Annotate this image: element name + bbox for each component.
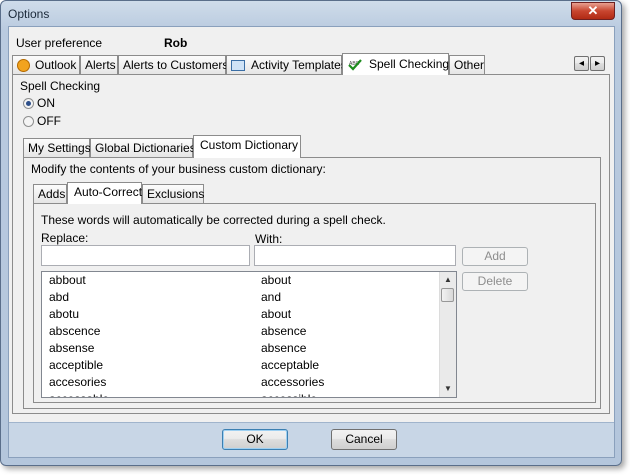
close-icon: ✕ — [587, 3, 599, 18]
tab-activity-templates[interactable]: Activity Templates — [226, 55, 347, 75]
auto-correct-panel: These words will automatically be correc… — [33, 203, 596, 403]
user-preference-value: Rob — [164, 36, 188, 50]
ok-button[interactable]: OK — [222, 429, 288, 450]
spell-off-label: OFF — [37, 114, 61, 128]
replace-cell: absense — [49, 341, 95, 355]
tab-alerts[interactable]: Alerts — [80, 55, 118, 75]
with-cell: and — [261, 290, 282, 304]
list-scrollbar[interactable]: ▲ ▼ — [439, 272, 456, 397]
custom-dictionary-panel: Modify the contents of your business cus… — [23, 157, 601, 409]
window-title: Options — [8, 7, 50, 21]
tab-adds[interactable]: Adds — [33, 184, 67, 204]
tab-outlook-label: Outlook — [35, 58, 77, 72]
list-item[interactable]: accesories accessories — [42, 374, 442, 391]
title-bar: Options ✕ — [1, 1, 621, 27]
custom-dictionary-description: Modify the contents of your business cus… — [31, 162, 326, 176]
tab-my-settings-label: My Settings — [28, 141, 91, 155]
tab-my-settings[interactable]: My Settings — [23, 138, 91, 158]
delete-button[interactable]: Delete — [462, 272, 528, 291]
close-button[interactable]: ✕ — [571, 2, 615, 20]
tab-outlook[interactable]: Outlook — [12, 55, 80, 75]
replace-label: Replace: — [41, 231, 89, 245]
arrow-up-icon: ▲ — [444, 275, 452, 284]
replace-cell: abscence — [49, 324, 101, 338]
tab-adds-label: Adds — [38, 187, 66, 201]
cancel-button[interactable]: Cancel — [331, 429, 397, 450]
with-cell: accessories — [261, 375, 325, 389]
list-item[interactable]: accessable accessible — [42, 391, 442, 397]
tab-exclusions[interactable]: Exclusions — [142, 184, 204, 204]
replace-cell: accessable — [49, 391, 109, 397]
radio-selected-dot — [26, 101, 31, 106]
tab-spell-checking-label: Spell Checking — [369, 57, 450, 71]
tab-global-dictionaries[interactable]: Global Dictionaries — [90, 138, 196, 158]
list-item[interactable]: abscence absence — [42, 323, 442, 340]
tab-alerts-to-customers[interactable]: Alerts to Customers — [118, 55, 229, 75]
tab-auto-correct-label: Auto-Correct — [74, 185, 143, 199]
template-icon — [231, 60, 245, 71]
outlook-icon — [17, 59, 30, 72]
spell-on-radio[interactable] — [23, 98, 34, 109]
tab-custom-dictionary[interactable]: Custom Dictionary — [193, 135, 301, 158]
tab-custom-dictionary-label: Custom Dictionary — [200, 138, 299, 152]
chevron-left-icon: ◂ — [578, 58, 585, 69]
with-label: With: — [255, 232, 283, 246]
scroll-up-button[interactable]: ▲ — [440, 272, 456, 288]
tab-scroll-left-button[interactable]: ◂ — [574, 56, 589, 71]
chevron-right-icon: ▸ — [594, 58, 601, 69]
list-item[interactable]: abotu about — [42, 306, 442, 323]
with-cell: about — [261, 307, 292, 321]
dialog-client: User preference Rob Outlook Alerts Alert… — [8, 26, 615, 458]
add-button[interactable]: Add — [462, 247, 528, 266]
list-item[interactable]: absense absence — [42, 340, 442, 357]
tab-exclusions-label: Exclusions — [147, 187, 205, 201]
spell-checking-panel: Spell Checking ON OFF My Settings Global… — [12, 74, 610, 414]
list-item[interactable]: acceptible acceptable — [42, 357, 442, 374]
with-cell: absence — [261, 324, 307, 338]
tab-spell-checking[interactable]: ABC Spell Checking — [342, 53, 449, 75]
tab-auto-correct[interactable]: Auto-Correct — [67, 182, 142, 204]
tab-scroll-right-button[interactable]: ▸ — [590, 56, 605, 71]
user-preference-label: User preference — [16, 36, 103, 50]
tab-alerts-to-customers-label: Alerts to Customers — [123, 58, 229, 72]
tab-alerts-label: Alerts — [85, 58, 116, 72]
list-item[interactable]: abd and — [42, 289, 442, 306]
scroll-down-button[interactable]: ▼ — [440, 381, 456, 397]
tab-other-label: Other — [454, 58, 485, 72]
tab-other[interactable]: Other — [449, 55, 485, 75]
replace-cell: accesories — [49, 375, 107, 389]
spell-off-radio[interactable] — [23, 116, 34, 127]
with-cell: absence — [261, 341, 307, 355]
spell-on-label: ON — [37, 96, 55, 110]
replace-input[interactable] — [41, 245, 250, 266]
with-cell: about — [261, 273, 292, 287]
with-cell: acceptable — [261, 358, 320, 372]
tab-activity-templates-label: Activity Templates — [251, 58, 347, 72]
list-item[interactable]: abbout about — [42, 272, 442, 289]
auto-correct-info: These words will automatically be correc… — [41, 213, 386, 227]
with-cell: accessible — [261, 391, 317, 397]
options-window: Options ✕ User preference Rob Outlook Al… — [0, 0, 622, 466]
replace-cell: abbout — [49, 273, 86, 287]
with-input[interactable] — [254, 245, 456, 266]
footer-bar — [9, 423, 614, 457]
spellcheck-icon: ABC — [348, 59, 362, 71]
arrow-down-icon: ▼ — [444, 384, 452, 393]
replace-cell: abd — [49, 290, 70, 304]
spell-checking-group-label: Spell Checking — [20, 79, 101, 93]
replace-cell: abotu — [49, 307, 80, 321]
auto-correct-list[interactable]: abbout about abd and abotu about abscence ab… — [41, 271, 457, 398]
scroll-thumb[interactable] — [441, 288, 454, 302]
replace-cell: acceptible — [49, 358, 104, 372]
tab-global-dictionaries-label: Global Dictionaries — [95, 141, 196, 155]
